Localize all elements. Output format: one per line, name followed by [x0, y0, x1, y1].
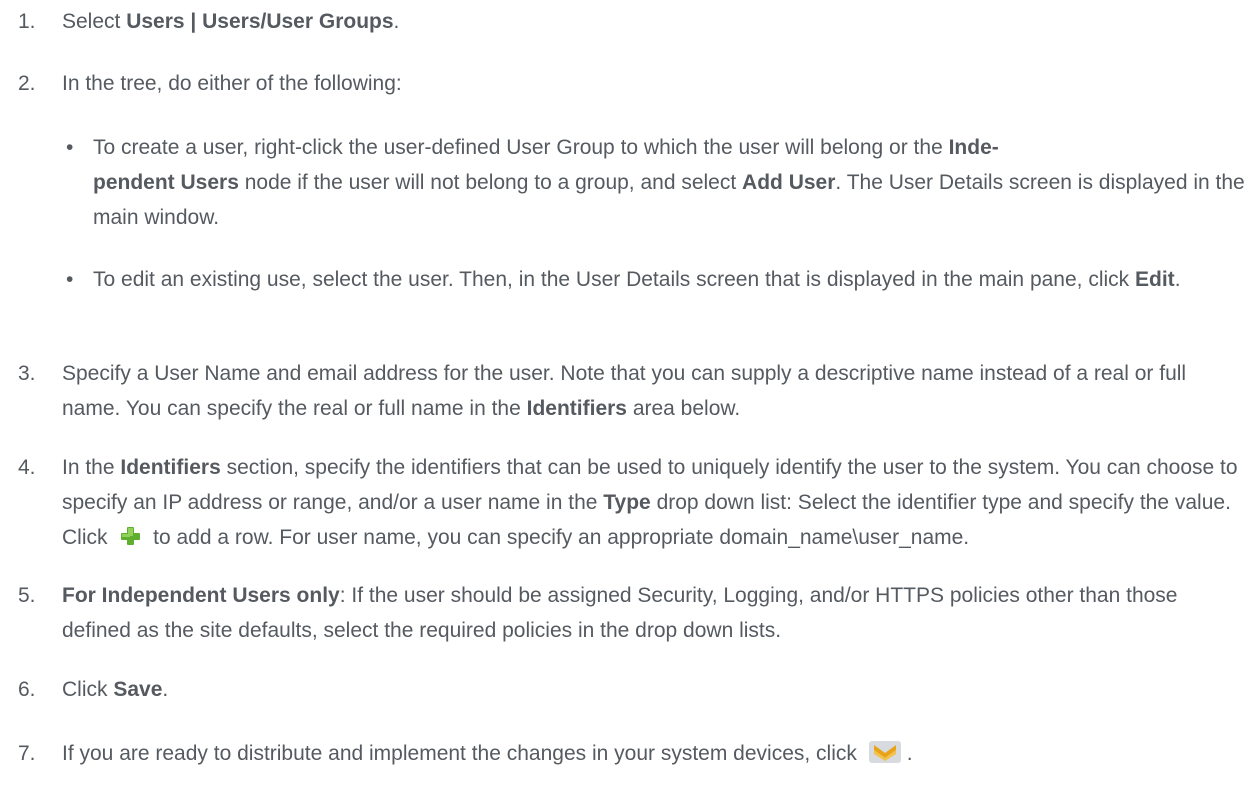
bullet-text: To create a user, right-click the user-d…: [93, 136, 1245, 229]
step-number: 4.: [18, 456, 36, 479]
identifiers-label: Identifiers: [120, 456, 221, 479]
step-number: 5.: [18, 584, 36, 607]
type-label: Type: [603, 491, 651, 514]
add-user-label: Add User: [742, 171, 836, 194]
step-number: 6.: [18, 678, 36, 701]
step-text: Select Users | Users/User Groups.: [62, 10, 400, 33]
step-number: 7.: [18, 742, 36, 765]
step-text: Specify a User Name and email address fo…: [62, 362, 1187, 420]
menu-path: Users | Users/User Groups: [126, 10, 394, 33]
independent-users-only-label: For Independent Users only: [62, 584, 340, 607]
step-text: If you are ready to distribute and imple…: [62, 741, 913, 765]
distribute-icon: [868, 741, 901, 764]
bullet-marker: •: [66, 136, 74, 159]
instructions-document: 1. Select Users | Users/User Groups. 2. …: [0, 0, 1260, 797]
identifiers-label: Identifiers: [526, 397, 627, 420]
step-5: 5. For Independent Users only: If the us…: [0, 578, 1250, 648]
step-7: 7. If you are ready to distribute and im…: [0, 736, 1250, 771]
independent-users-part-1: Inde-: [948, 136, 999, 159]
step-text: For Independent Users only: If the user …: [62, 584, 1178, 642]
step-text: Click Save.: [62, 678, 169, 701]
step-1: 1. Select Users | Users/User Groups.: [0, 4, 1250, 39]
bullet-marker: •: [66, 268, 74, 291]
independent-users-part-2: pendent Users: [93, 171, 239, 194]
bullet-create-user: • To create a user, right-click the user…: [0, 130, 1250, 235]
step-number: 2.: [18, 72, 36, 95]
step-3: 3. Specify a User Name and email address…: [0, 356, 1250, 426]
step-2: 2. In the tree, do either of the followi…: [0, 66, 1250, 101]
save-label: Save: [113, 678, 163, 701]
edit-label: Edit: [1135, 268, 1175, 291]
step-text: In the tree, do either of the following:: [62, 72, 402, 95]
bullet-text: To edit an existing use, select the user…: [93, 268, 1181, 291]
step-text: In the Identifiers section, specify the …: [62, 456, 1238, 549]
bullet-edit-user: • To edit an existing use, select the us…: [0, 262, 1250, 297]
step-number: 3.: [18, 362, 36, 385]
step-6: 6. Click Save.: [0, 672, 1250, 707]
add-row-icon: [119, 525, 141, 547]
step-number: 1.: [18, 10, 36, 33]
step-4: 4. In the Identifiers section, specify t…: [0, 450, 1250, 555]
